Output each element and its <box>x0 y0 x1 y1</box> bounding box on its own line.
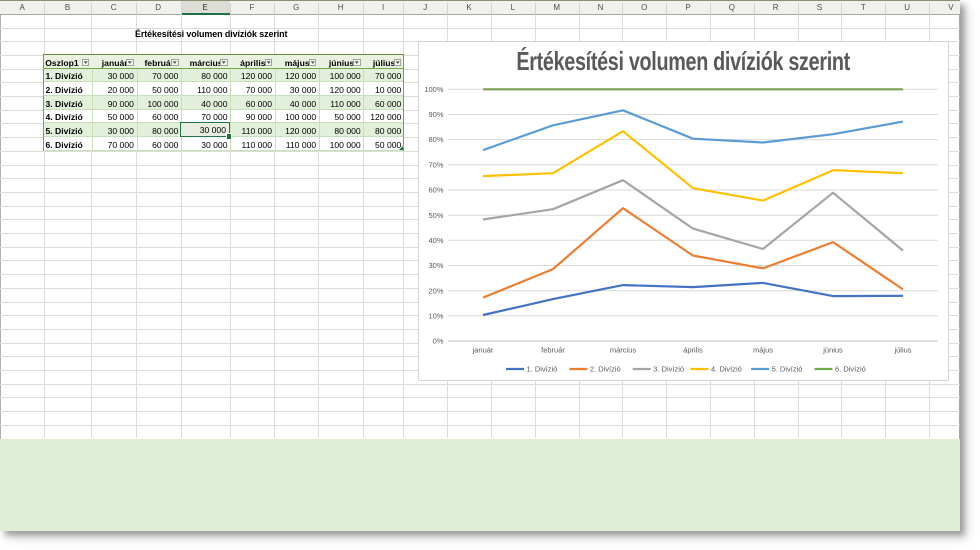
svg-text:30%: 30% <box>429 261 444 270</box>
svg-text:70%: 70% <box>429 160 444 169</box>
svg-text:január: január <box>472 345 494 354</box>
svg-text:60%: 60% <box>429 185 444 194</box>
svg-text:április: április <box>684 345 704 354</box>
svg-text:május: május <box>753 345 773 354</box>
svg-text:90%: 90% <box>429 110 444 119</box>
svg-text:február: február <box>542 345 566 354</box>
svg-text:5. Divízió: 5. Divízió <box>772 364 803 373</box>
svg-text:március: március <box>610 345 637 354</box>
svg-text:10%: 10% <box>429 311 444 320</box>
svg-text:1. Divízió: 1. Divízió <box>527 364 558 373</box>
svg-text:100%: 100% <box>425 84 445 93</box>
svg-text:4. Divízió: 4. Divízió <box>711 364 742 373</box>
svg-text:július: július <box>894 345 912 354</box>
svg-text:20%: 20% <box>429 286 444 295</box>
svg-text:6. Divízió: 6. Divízió <box>835 364 866 373</box>
svg-text:50%: 50% <box>429 210 444 219</box>
svg-text:2. Divízió: 2. Divízió <box>590 364 621 373</box>
svg-text:80%: 80% <box>429 135 444 144</box>
svg-text:0%: 0% <box>433 336 444 345</box>
svg-text:40%: 40% <box>429 235 444 244</box>
svg-text:június: június <box>823 345 844 354</box>
svg-text:3. Divízió: 3. Divízió <box>654 364 685 373</box>
